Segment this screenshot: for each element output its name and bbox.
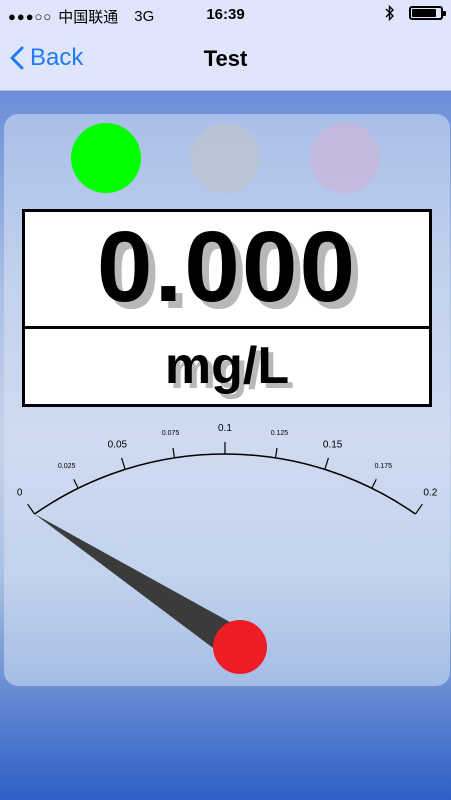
gauge-tick-label: 0.05 — [108, 440, 128, 451]
gauge-tick — [120, 457, 126, 470]
gauge-tick — [371, 479, 377, 489]
clock: 16:39 — [206, 6, 245, 23]
gauge-tick-label: 0 — [17, 488, 23, 499]
gauge-tick — [414, 503, 423, 515]
status-bar: ●●●○○ 中国联通 3G 16:39 — [0, 0, 451, 30]
gauge-arc — [34, 453, 416, 515]
gauge-ticks: 0 0.025 0.05 0.075 0.1 0.125 0.15 0.175 0.2 — [17, 423, 438, 515]
gauge-tick — [274, 447, 278, 458]
navigation-bar: Back Test — [0, 30, 451, 91]
gauge-tick — [324, 457, 330, 470]
gauge-tick-label: 0.15 — [323, 440, 343, 451]
meter-panel: 0.000 mg/L 0 0.025 0.05 0.075 0.1 0.125 0.15 0.… — [4, 114, 450, 686]
gauge-tick-label: 0.025 — [58, 463, 76, 470]
needle-hub — [213, 620, 267, 674]
page-title: Test — [203, 46, 248, 71]
gauge-tick — [172, 447, 176, 458]
gauge-tick — [73, 479, 79, 489]
gauge-tick-label: 0.125 — [271, 430, 289, 437]
gauge-needle — [34, 514, 267, 674]
gauge-tick-label: 0.175 — [375, 463, 393, 470]
gauge-tick-label: 0.075 — [162, 430, 180, 437]
bluetooth-icon — [385, 5, 394, 21]
gauge-tick — [27, 503, 36, 515]
gauge-tick-label: 0.2 — [423, 488, 437, 499]
battery-icon — [409, 6, 446, 20]
gauge-dial: 0 0.025 0.05 0.075 0.1 0.125 0.15 0.175 0.2 — [17, 423, 438, 674]
gauge-tick-label: 0.1 — [218, 423, 232, 434]
